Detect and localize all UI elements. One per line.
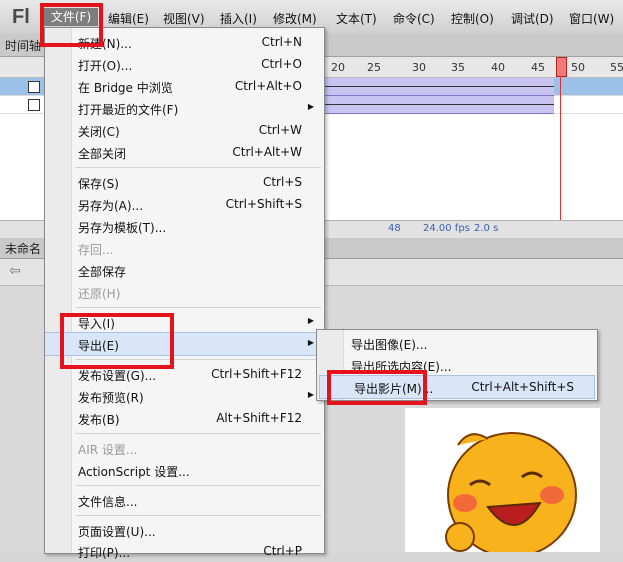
menu-commands[interactable]: 命令(C): [393, 10, 435, 27]
menu-view[interactable]: 视图(V): [163, 10, 205, 27]
menu-item-label: 打印(P)...: [78, 546, 131, 560]
menu-item-save-all[interactable]: 全部保存: [45, 259, 324, 281]
menu-item-shortcut: Ctrl+Shift+S: [225, 197, 302, 211]
menu-item-open[interactable]: 打开(O)... Ctrl+O: [45, 53, 324, 75]
file-menu: 新建(N)... Ctrl+N 打开(O)... Ctrl+O 在 Bridge…: [44, 27, 325, 560]
layer-icon: [28, 81, 40, 93]
menu-item-label: 页面设置(U)...: [78, 525, 156, 539]
menu-modify[interactable]: 修改(M): [273, 10, 317, 27]
layer-icon: [28, 99, 40, 111]
menu-item-shortcut: Ctrl+Alt+Shift+S: [471, 380, 574, 394]
elapsed-time: 2.0 s: [474, 223, 499, 234]
submenu-arrow-icon: ▶: [307, 102, 314, 111]
menu-item-label: 发布预览(R): [78, 391, 144, 405]
menu-item-save[interactable]: 保存(S) Ctrl+S: [45, 171, 324, 193]
document-tab[interactable]: 未命名: [5, 240, 41, 257]
tween-span[interactable]: [322, 96, 554, 114]
menu-item-label: 全部保存: [78, 265, 127, 279]
back-arrow-icon[interactable]: ⇦: [9, 263, 21, 279]
annotation-box-export: [60, 313, 174, 369]
submenu-arrow-icon: ▶: [307, 390, 314, 399]
menu-item-label: 打开最近的文件(F): [78, 103, 179, 117]
menu-item-label: 发布(B): [78, 413, 120, 427]
menu-item-air-settings: AIR 设置...: [45, 437, 324, 459]
menu-item-shortcut: Ctrl+O: [261, 57, 302, 71]
menu-insert[interactable]: 插入(I): [220, 10, 257, 27]
ruler-tick: 40: [491, 61, 505, 74]
menu-item-shortcut: Ctrl+N: [261, 35, 302, 49]
ruler-tick: 35: [451, 61, 465, 74]
menu-item-label: 全部关闭: [78, 147, 127, 161]
ruler-tick: 45: [531, 61, 545, 74]
menu-item-label: 存回...: [78, 243, 114, 257]
playhead-handle[interactable]: [556, 57, 567, 77]
menu-item-publish-preview[interactable]: 发布预览(R) ▶: [45, 385, 324, 407]
tween-arrow-line: [322, 104, 554, 105]
menu-separator: [75, 515, 321, 516]
menu-item-close[interactable]: 关闭(C) Ctrl+W: [45, 119, 324, 141]
menu-text[interactable]: 文本(T): [336, 10, 377, 27]
ruler-tick: 25: [367, 61, 381, 74]
menu-item-open-recent[interactable]: 打开最近的文件(F) ▶: [45, 97, 324, 119]
menu-separator: [75, 485, 321, 486]
menu-control[interactable]: 控制(O): [451, 10, 494, 27]
menu-separator: [75, 433, 321, 434]
submenu-arrow-icon: ▶: [307, 338, 314, 347]
menu-item-shortcut: Ctrl+Shift+F12: [211, 367, 302, 381]
menu-item-page-setup[interactable]: 页面设置(U)...: [45, 519, 324, 541]
menu-item-label: 还原(H): [78, 287, 121, 301]
menu-item-save-as[interactable]: 另存为(A)... Ctrl+Shift+S: [45, 193, 324, 215]
mascot-image: [445, 432, 577, 552]
menu-item-label: 保存(S): [78, 177, 119, 191]
menu-item-publish[interactable]: 发布(B) Alt+Shift+F12: [45, 407, 324, 429]
annotation-box-file-menu: [40, 3, 103, 47]
menu-item-browse-bridge[interactable]: 在 Bridge 中浏览 Ctrl+Alt+O: [45, 75, 324, 97]
menu-edit[interactable]: 编辑(E): [108, 10, 149, 27]
timeline-tab[interactable]: 时间轴: [5, 37, 45, 55]
menu-item-shortcut: Ctrl+W: [258, 123, 302, 137]
menu-debug[interactable]: 调试(D): [511, 10, 554, 27]
menu-item-label: 另存为模板(T)...: [78, 221, 167, 235]
menu-item-label: AIR 设置...: [78, 443, 138, 457]
ruler-tick: 30: [412, 61, 426, 74]
menu-separator: [75, 307, 321, 308]
ruler-tick: 55: [610, 61, 623, 74]
current-frame: 48: [388, 223, 401, 234]
menu-item-label: 文件信息...: [78, 495, 138, 509]
ruler-tick: 50: [571, 61, 585, 74]
submenu-arrow-icon: ▶: [307, 316, 314, 325]
menu-item-file-info[interactable]: 文件信息...: [45, 489, 324, 511]
menu-separator: [75, 167, 321, 168]
menu-item-label: 发布设置(G)...: [78, 369, 157, 383]
menu-item-label: 另存为(A)...: [78, 199, 144, 213]
menu-item-close-all[interactable]: 全部关闭 Ctrl+Alt+W: [45, 141, 324, 163]
menu-item-check-in: 存回...: [45, 237, 324, 259]
menu-item-label: 在 Bridge 中浏览: [78, 81, 173, 95]
menu-item-shortcut: Ctrl+Alt+O: [234, 79, 302, 93]
annotation-box-export-movie: [327, 370, 427, 405]
tween-span[interactable]: [322, 78, 554, 96]
menu-item-save-as-template[interactable]: 另存为模板(T)...: [45, 215, 324, 237]
menu-item-shortcut: Ctrl+S: [262, 175, 302, 189]
menu-item-label: 打开(O)...: [78, 59, 133, 73]
menu-item-shortcut: Alt+Shift+F12: [216, 411, 302, 425]
menu-item-shortcut: Ctrl+P: [263, 544, 302, 558]
frame-rate[interactable]: 24.00 fps: [423, 223, 470, 234]
menu-item-revert: 还原(H): [45, 281, 324, 303]
menu-item-shortcut: Ctrl+Alt+W: [232, 145, 302, 159]
menu-item-label: 关闭(C): [78, 125, 120, 139]
menu-item-print[interactable]: 打印(P)... Ctrl+P: [45, 540, 324, 562]
menu-item-actionscript-settings[interactable]: ActionScript 设置...: [45, 459, 324, 481]
playhead-line: [560, 76, 561, 220]
tween-arrow-line: [322, 86, 554, 87]
menu-item-export-image[interactable]: 导出图像(E)...: [317, 332, 597, 354]
menu-item-label: 导出图像(E)...: [351, 338, 428, 352]
menu-item-label: ActionScript 设置...: [78, 465, 190, 479]
flash-logo: Fl: [12, 6, 30, 28]
menu-window[interactable]: 窗口(W): [569, 10, 614, 27]
ruler-tick: 20: [331, 61, 345, 74]
